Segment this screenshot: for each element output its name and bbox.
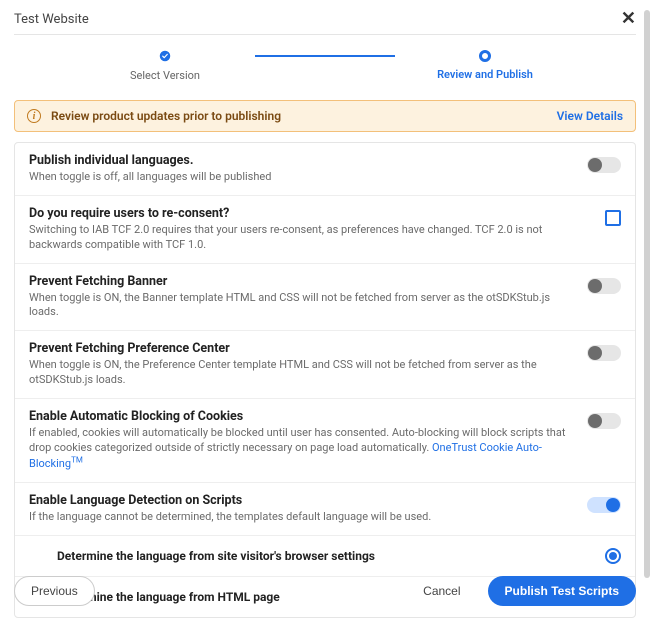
setting-title: Do you require users to re-consent?: [29, 206, 589, 221]
toggle-prevent-banner[interactable]: [587, 278, 621, 294]
step-label: Select Version: [130, 69, 200, 82]
setting-desc: When toggle is ON, the Preference Center…: [29, 358, 571, 388]
stepper: Select Version Review and Publish: [14, 49, 636, 82]
option-label: Determine the language from site visitor…: [57, 549, 589, 563]
toggle-publish-languages[interactable]: [587, 157, 621, 173]
step-connector: [255, 55, 395, 57]
view-details-link[interactable]: View Details: [557, 109, 623, 123]
settings-panel: Publish individual languages. When toggl…: [14, 142, 636, 618]
scrollbar[interactable]: [644, 10, 650, 578]
setting-title: Enable Language Detection on Scripts: [29, 493, 571, 508]
lang-option-browser[interactable]: Determine the language from site visitor…: [15, 536, 635, 577]
setting-prevent-fetch-pref-center: Prevent Fetching Preference Center When …: [15, 331, 635, 399]
publish-button[interactable]: Publish Test Scripts: [488, 576, 636, 606]
setting-title: Prevent Fetching Preference Center: [29, 341, 571, 356]
setting-desc: When toggle is off, all languages will b…: [29, 170, 571, 185]
step-label: Review and Publish: [437, 68, 533, 81]
setting-desc: When toggle is ON, the Banner template H…: [29, 291, 571, 321]
setting-title: Enable Automatic Blocking of Cookies: [29, 409, 571, 424]
modal-footer: Previous Cancel Publish Test Scripts: [14, 576, 636, 606]
review-alert: i Review product updates prior to publis…: [14, 100, 636, 132]
setting-desc: If enabled, cookies will automatically b…: [29, 426, 571, 472]
step-review-publish[interactable]: Review and Publish: [395, 50, 575, 81]
setting-title: Publish individual languages.: [29, 153, 571, 168]
setting-language-detection: Enable Language Detection on Scripts If …: [15, 483, 635, 536]
radio-browser[interactable]: [605, 548, 621, 564]
modal-header: Test Website ✕: [14, 10, 636, 35]
setting-desc: If the language cannot be determined, th…: [29, 510, 571, 525]
setting-publish-individual-languages: Publish individual languages. When toggl…: [15, 143, 635, 196]
setting-require-reconsent: Do you require users to re-consent? Swit…: [15, 196, 635, 264]
info-icon: i: [27, 109, 41, 123]
check-circle-icon: [158, 49, 172, 63]
step-select-version[interactable]: Select Version: [75, 49, 255, 82]
page-title: Test Website: [14, 12, 89, 27]
cancel-button[interactable]: Cancel: [406, 576, 477, 606]
setting-auto-blocking: Enable Automatic Blocking of Cookies If …: [15, 399, 635, 483]
toggle-auto-blocking[interactable]: [587, 413, 621, 429]
setting-desc: Switching to IAB TCF 2.0 requires that y…: [29, 223, 589, 253]
toggle-prevent-pref[interactable]: [587, 345, 621, 361]
toggle-language-detection[interactable]: [587, 497, 621, 513]
alert-text: Review product updates prior to publishi…: [51, 109, 547, 123]
publish-modal: Test Website ✕ Select Version Review and…: [0, 0, 650, 618]
previous-button[interactable]: Previous: [14, 576, 95, 606]
circle-icon: [479, 50, 491, 62]
close-icon[interactable]: ✕: [621, 10, 636, 28]
setting-prevent-fetch-banner: Prevent Fetching Banner When toggle is O…: [15, 264, 635, 332]
checkbox-reconsent[interactable]: [605, 210, 621, 226]
setting-title: Prevent Fetching Banner: [29, 274, 571, 289]
